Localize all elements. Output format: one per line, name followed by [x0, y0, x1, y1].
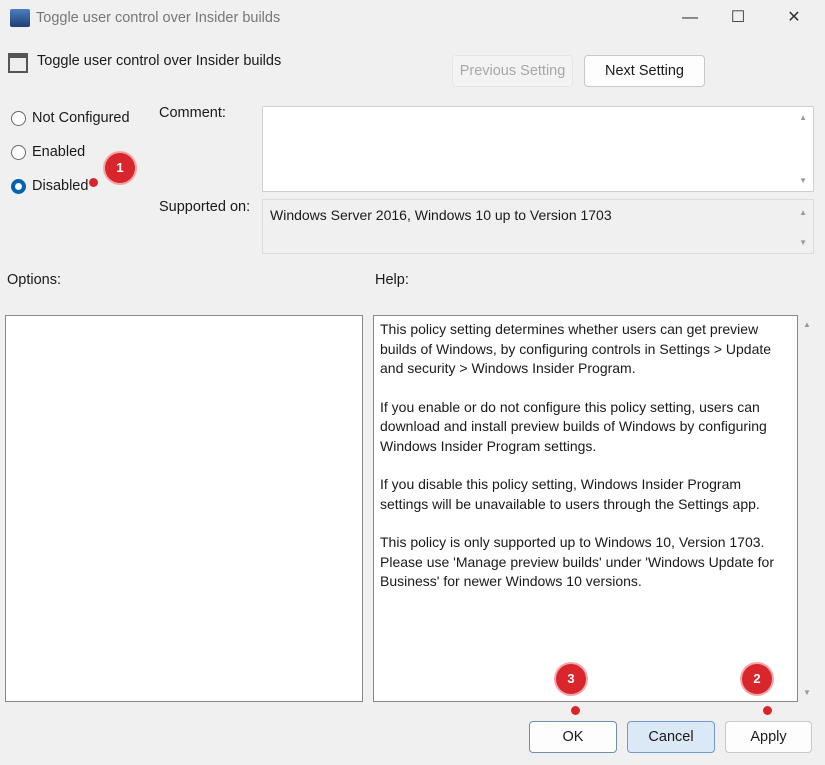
radio-enabled[interactable]: Enabled — [11, 144, 85, 160]
close-button[interactable]: ✕ — [774, 4, 814, 32]
options-panel — [5, 315, 363, 702]
scroll-down-icon[interactable]: ▼ — [799, 238, 807, 247]
supported-value: Windows Server 2016, Windows 10 up to Ve… — [270, 207, 612, 223]
policy-name: Toggle user control over Insider builds — [37, 53, 282, 69]
help-panel: This policy setting determines whether u… — [373, 315, 798, 702]
help-paragraph: If you enable or do not configure this p… — [380, 398, 767, 454]
radio-circle — [11, 144, 26, 160]
annotation-badge-3: 3 — [556, 664, 586, 694]
apply-button[interactable]: Apply — [725, 721, 812, 753]
radio-circle — [11, 110, 26, 126]
help-scroll-up-icon[interactable]: ▲ — [803, 320, 811, 329]
policy-icon — [8, 53, 28, 73]
cancel-button[interactable]: Cancel — [627, 721, 715, 753]
radio-not-configured[interactable]: Not Configured — [11, 110, 130, 126]
annotation-dot — [763, 706, 772, 715]
previous-setting-button[interactable]: Previous Setting — [452, 55, 573, 87]
radio-label: Not Configured — [32, 110, 130, 126]
ok-button[interactable]: OK — [529, 721, 617, 753]
help-paragraph: This policy setting determines whether u… — [380, 321, 772, 376]
annotation-dot — [89, 178, 98, 187]
help-label: Help: — [375, 272, 409, 288]
radio-disabled[interactable]: Disabled — [11, 178, 88, 194]
scroll-up-icon[interactable]: ▲ — [799, 208, 807, 217]
supported-on-field: Windows Server 2016, Windows 10 up to Ve… — [262, 199, 814, 254]
scroll-up-icon[interactable]: ▲ — [799, 113, 807, 122]
radio-label: Disabled — [32, 178, 89, 194]
comment-label: Comment: — [159, 105, 226, 121]
help-paragraph: If you disable this policy setting, Wind… — [380, 476, 760, 512]
comment-input[interactable]: ▲ ▼ — [262, 106, 814, 192]
help-paragraph: This policy is only supported up to Wind… — [380, 534, 775, 589]
minimize-button[interactable]: — — [670, 4, 710, 32]
annotation-badge-2: 2 — [742, 664, 772, 694]
maximize-button[interactable]: ☐ — [718, 4, 758, 32]
options-label: Options: — [7, 272, 61, 288]
help-scroll-down-icon[interactable]: ▼ — [803, 688, 811, 697]
annotation-badge-1: 1 — [105, 153, 135, 183]
annotation-dot — [571, 706, 580, 715]
app-icon — [10, 9, 30, 27]
window-title: Toggle user control over Insider builds — [36, 10, 281, 26]
next-setting-button[interactable]: Next Setting — [584, 55, 705, 87]
scroll-down-icon[interactable]: ▼ — [799, 176, 807, 185]
supported-label: Supported on: — [159, 199, 251, 215]
radio-label: Enabled — [32, 144, 86, 160]
radio-circle-selected — [11, 178, 26, 194]
